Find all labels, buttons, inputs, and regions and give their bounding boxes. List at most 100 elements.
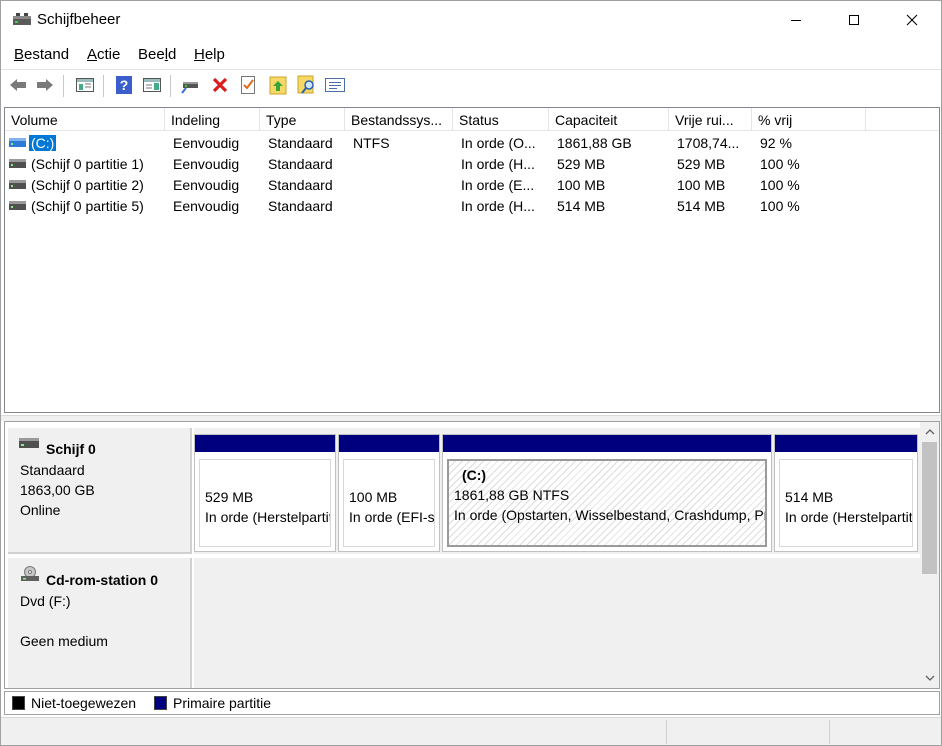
column-header-filler (866, 108, 939, 131)
partition-5-primary-bar (775, 435, 917, 452)
menu-actie[interactable]: Actie (87, 46, 120, 63)
cdrom-0-info-panel[interactable]: Cd-rom-station 0 Dvd (F:) Geen medium (8, 558, 192, 688)
cell-capaciteit: 100 MB (557, 177, 606, 193)
graphical-view-scrollbar[interactable] (920, 422, 939, 688)
column-header-indeling[interactable]: Indeling (165, 108, 260, 131)
scroll-down-button[interactable] (920, 669, 939, 687)
back-arrow-icon (10, 79, 26, 91)
window-title: Schijfbeheer (37, 11, 121, 28)
cell-volume: (C:) (29, 135, 57, 151)
disk-0-info-panel[interactable]: Schijf 0 Standaard 1863,00 GB Online (8, 428, 192, 554)
forward-arrow-icon (37, 79, 53, 91)
cdrom-0-media-status: Geen medium (20, 633, 108, 649)
cell-procent-vrij: 100 % (760, 156, 800, 172)
menu-help[interactable]: Help (194, 46, 225, 63)
column-header-type[interactable]: Type (260, 108, 345, 131)
chevron-down-icon (925, 675, 934, 681)
table-row[interactable]: (C:) Eenvoudig Standaard NTFS In orde (O… (5, 133, 939, 154)
column-header-bestandssysteem[interactable]: Bestandssys... (345, 108, 453, 131)
legend-label-primary: Primaire partitie (173, 695, 272, 711)
delete-icon (212, 77, 228, 93)
export-list-button[interactable] (267, 74, 289, 96)
menu-help-accesskey: H (194, 46, 205, 63)
cell-vrije-ruimte: 529 MB (677, 156, 726, 172)
menu-help-label: elp (204, 46, 225, 63)
search-button[interactable] (296, 74, 318, 96)
table-row[interactable]: (Schijf 0 partitie 5) Eenvoudig Standaar… (5, 196, 939, 217)
close-button[interactable] (883, 1, 941, 39)
export-list-icon (269, 76, 287, 95)
legend-swatch-primary (154, 696, 167, 710)
cell-status: In orde (H... (461, 198, 535, 214)
partition-2-status: In orde (EFI-systeempartitie) (349, 509, 435, 525)
cell-type: Standaard (268, 198, 333, 214)
minimize-button[interactable] (767, 1, 825, 39)
legend-label-unallocated: Niet-toegewezen (31, 695, 137, 711)
volume-name-selected: (C:) (29, 135, 57, 151)
properties-icon (241, 76, 255, 94)
forward-button[interactable] (34, 74, 56, 96)
delete-button[interactable] (209, 74, 231, 96)
settings-button[interactable] (324, 74, 346, 96)
status-bar (1, 717, 941, 745)
column-header-volume[interactable]: Volume (5, 108, 165, 131)
cell-indeling: Eenvoudig (173, 135, 240, 151)
partition-c[interactable]: (C:) 1861,88 GB NTFS In orde (Opstarten,… (442, 434, 772, 552)
console-tree-icon (76, 78, 94, 92)
partition-2[interactable]: 100 MB In orde (EFI-systeempartitie) (338, 434, 440, 552)
volume-list[interactable]: Volume Indeling Type Bestandssys... Stat… (4, 107, 940, 413)
column-header-capaciteit[interactable]: Capaciteit (549, 108, 669, 131)
partition-5-body: 514 MB In orde (Herstelpartitie) (779, 459, 913, 547)
help-button[interactable]: ? (113, 74, 135, 96)
toolbar-separator (170, 75, 171, 97)
menu-actie-accesskey: A (87, 46, 98, 63)
partition-1[interactable]: 529 MB In orde (Herstelpartitie) (194, 434, 336, 552)
column-header-status[interactable]: Status (453, 108, 549, 131)
table-row[interactable]: (Schijf 0 partitie 2) Eenvoudig Standaar… (5, 175, 939, 196)
hard-disk-icon (19, 438, 39, 448)
menu-beeld-label-end: d (168, 46, 177, 63)
volume-drive-icon (9, 201, 26, 210)
partition-5-label (785, 467, 912, 487)
column-header-procent-vrij[interactable]: % vrij (752, 108, 866, 131)
cell-indeling: Eenvoudig (173, 198, 240, 214)
column-header-vrije-ruimte[interactable]: Vrije rui... (669, 108, 752, 131)
partition-5[interactable]: 514 MB In orde (Herstelpartitie) (774, 434, 918, 552)
graphical-disk-view: Schijf 0 Standaard 1863,00 GB Online 529… (4, 421, 940, 689)
menu-bestand-accesskey: B (14, 46, 25, 63)
connect-disk-icon (181, 82, 198, 94)
scrollbar-thumb[interactable] (922, 442, 937, 574)
menu-bestand[interactable]: Bestand (14, 46, 69, 63)
volume-drive-icon (9, 159, 26, 168)
disk-0-size: 1863,00 GB (20, 482, 95, 498)
cell-type: Standaard (268, 156, 333, 172)
menu-beeld[interactable]: Beeld (138, 46, 176, 63)
cell-capaciteit: 529 MB (557, 156, 606, 172)
menu-beeld-label-start: Bee (138, 46, 165, 63)
menu-bar: Bestand Actie Beeld Help (1, 43, 941, 67)
cdrom-0-drive-letter: Dvd (F:) (20, 593, 71, 609)
disk-0-type: Standaard (20, 462, 85, 478)
show-action-pane-button[interactable] (141, 74, 163, 96)
cell-bestandssysteem: NTFS (353, 135, 390, 151)
show-console-tree-button[interactable] (74, 74, 96, 96)
partition-c-body: (C:) 1861,88 GB NTFS In orde (Opstarten,… (447, 459, 767, 547)
partition-1-size: 529 MB (205, 489, 254, 505)
cell-vrije-ruimte: 1708,74... (677, 135, 740, 151)
connect-disk-button[interactable] (180, 74, 202, 96)
cell-volume: (Schijf 0 partitie 1) (31, 156, 144, 172)
search-icon (297, 75, 314, 94)
maximize-button[interactable] (825, 1, 883, 39)
volume-drive-icon (9, 138, 26, 147)
status-separator (829, 720, 830, 744)
table-row[interactable]: (Schijf 0 partitie 1) Eenvoudig Standaar… (5, 154, 939, 175)
disk-management-window: Schijfbeheer Bestand Actie Beeld Help ? (0, 0, 942, 746)
properties-button[interactable] (237, 74, 259, 96)
scroll-up-button[interactable] (920, 423, 939, 441)
partition-c-size: 1861,88 GB NTFS (454, 487, 570, 503)
menu-bestand-label: estand (24, 46, 70, 63)
back-button[interactable] (7, 74, 29, 96)
partition-2-label (349, 467, 434, 487)
toolbar-separator (103, 75, 104, 97)
disk-management-icon (13, 13, 31, 25)
